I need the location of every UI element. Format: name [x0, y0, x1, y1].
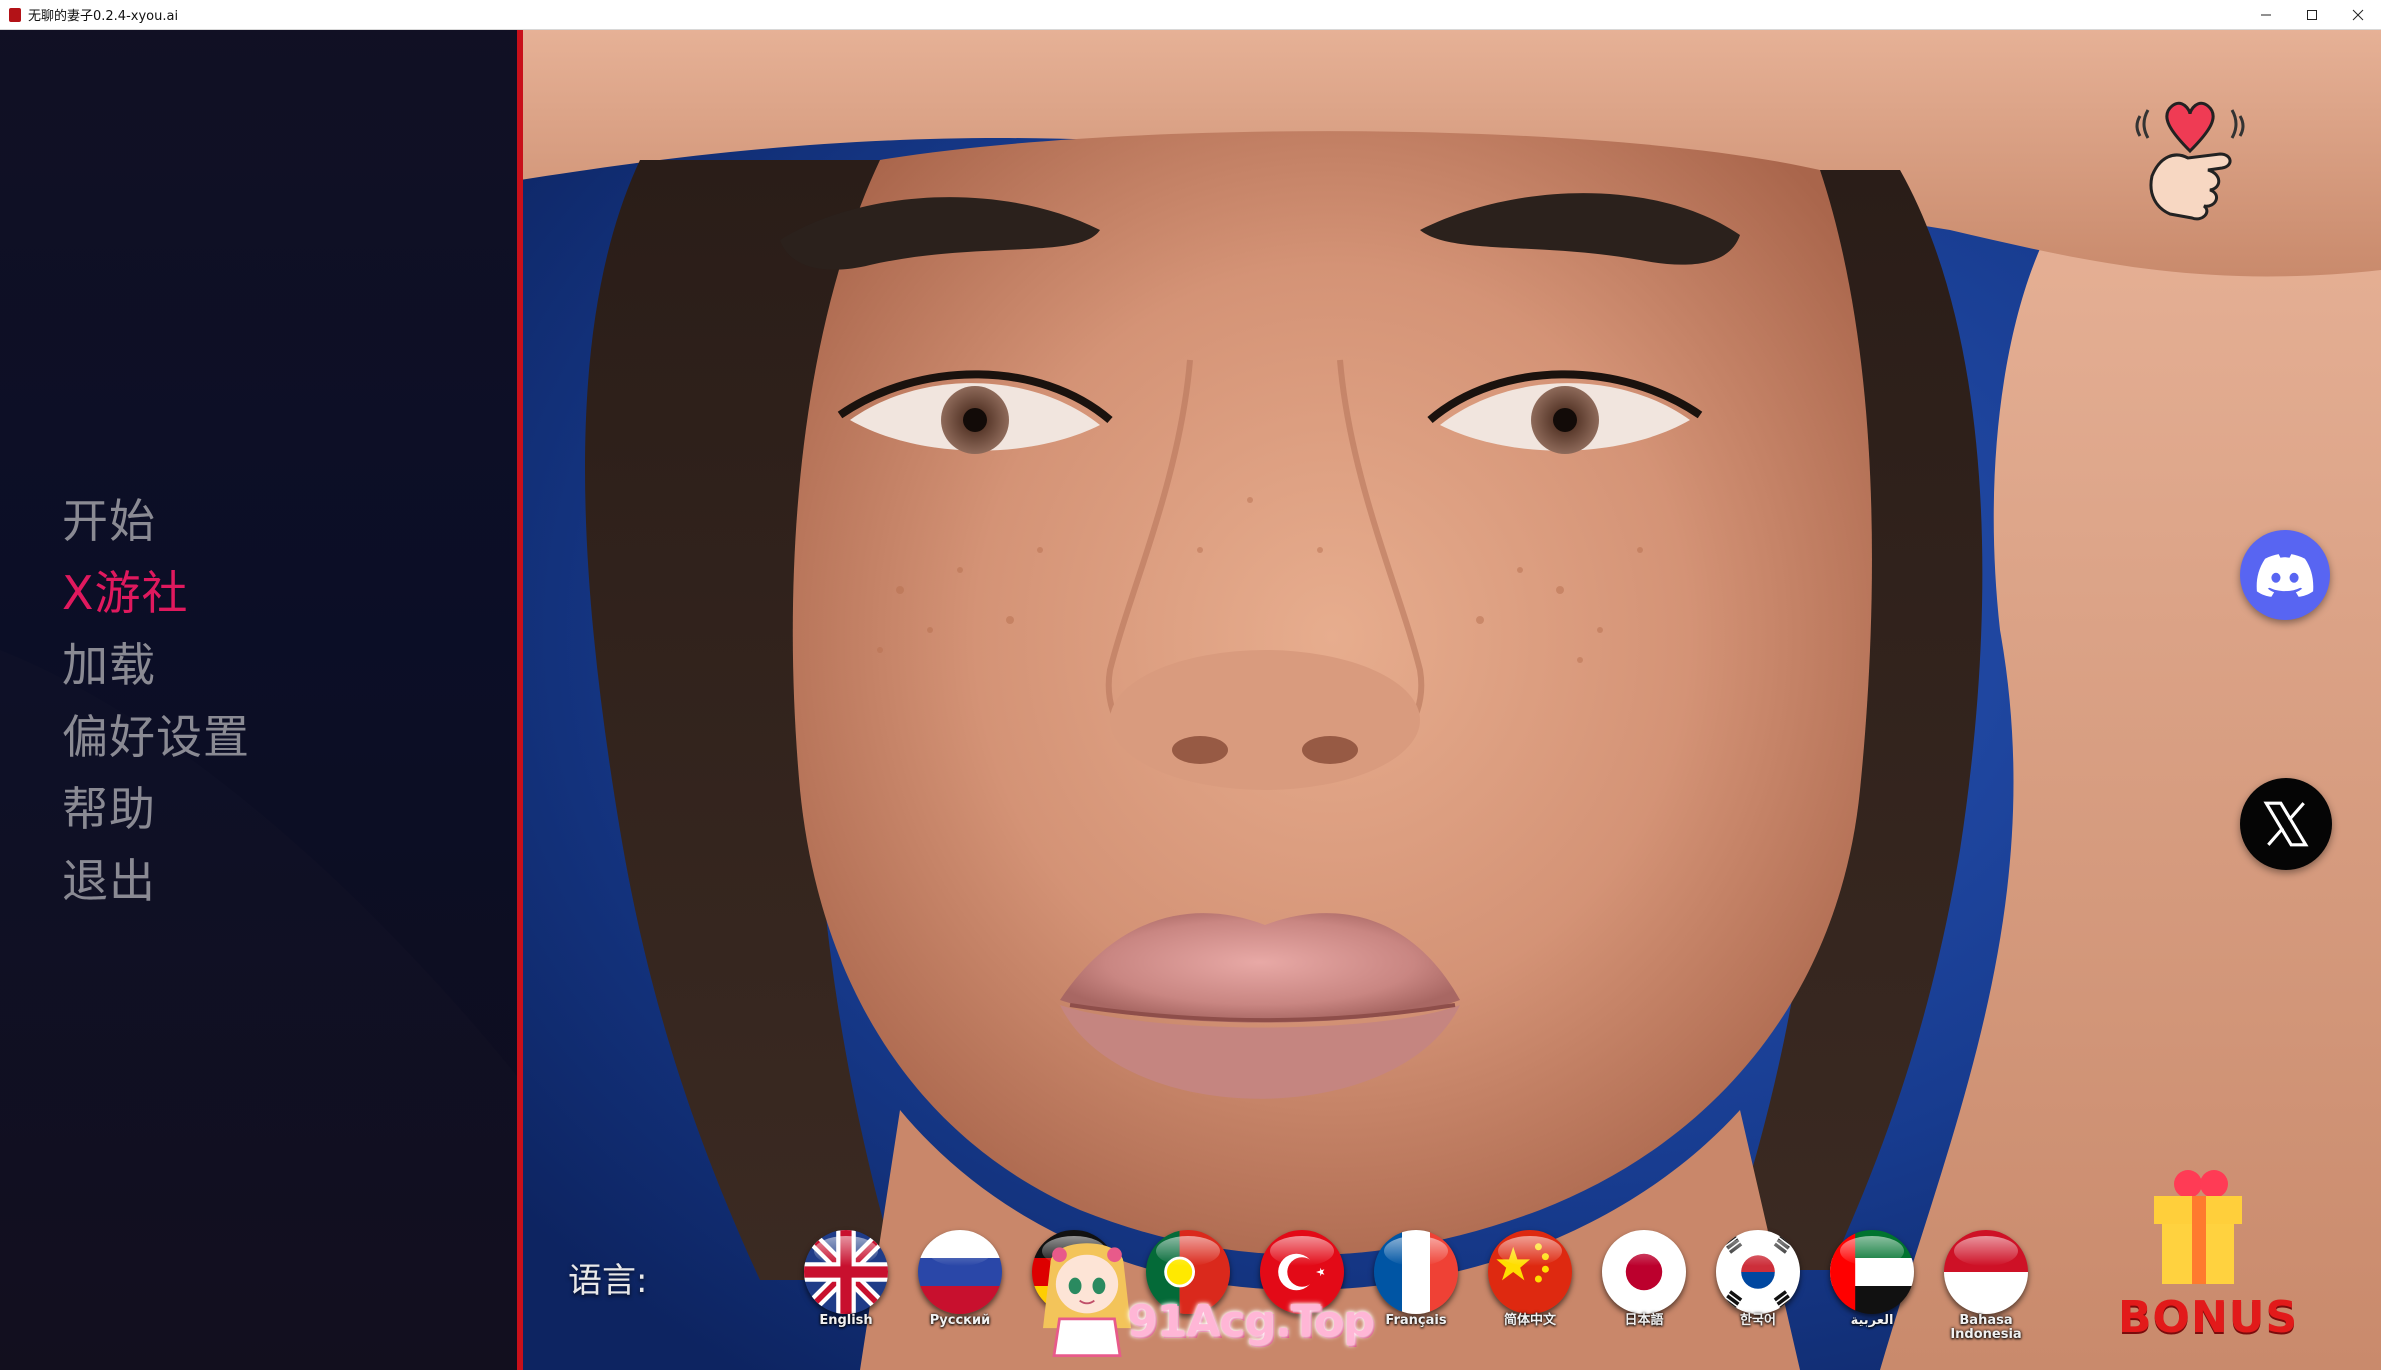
indonesia-flag-icon — [1944, 1230, 2028, 1314]
russia-flag-icon — [918, 1230, 1002, 1314]
japan-flag-icon — [1602, 1230, 1686, 1314]
language-option-french[interactable]: Français — [1374, 1230, 1458, 1328]
uk-flag-icon — [804, 1230, 888, 1314]
menu-item-start[interactable]: 开始 — [62, 485, 250, 557]
flag-label: 简体中文 — [1503, 1313, 1556, 1328]
language-option-arabic[interactable]: العربية — [1830, 1230, 1914, 1328]
bonus-label: BONUS — [2118, 1292, 2299, 1343]
window-title-bar: 无聊的妻子0.2.4-xyou.ai — [0, 0, 2381, 30]
maximize-icon — [2307, 9, 2317, 20]
language-option-indonesian[interactable]: Bahasa Indonesia — [1944, 1230, 2028, 1342]
window-controls — [2243, 0, 2381, 29]
close-icon — [2352, 9, 2364, 20]
main-menu-panel: 开始 X游社 加载 偏好设置 帮助 退出 — [0, 30, 523, 1370]
korea-flag-icon — [1716, 1230, 1800, 1314]
language-option-japanese[interactable]: 日本語 — [1602, 1230, 1686, 1328]
flag-label: العربية — [1850, 1313, 1894, 1328]
x-social-button[interactable] — [2240, 778, 2332, 870]
language-option-english[interactable]: English — [804, 1230, 888, 1328]
game-viewport: 开始 X游社 加载 偏好设置 帮助 退出 语言: English Русский… — [0, 30, 2381, 1370]
flag-label: Bahasa Indonesia — [1950, 1313, 2022, 1342]
support-button[interactable] — [2130, 96, 2250, 226]
flag-label: 한국어 — [1740, 1313, 1776, 1328]
language-option-korean[interactable]: 한국어 — [1716, 1230, 1800, 1328]
menu-item-help[interactable]: 帮助 — [62, 773, 250, 845]
france-flag-icon — [1374, 1230, 1458, 1314]
flag-label: Русский — [929, 1313, 991, 1328]
main-menu: 开始 X游社 加载 偏好设置 帮助 退出 — [62, 485, 250, 917]
bonus-button[interactable]: BONUS — [2118, 1166, 2299, 1346]
app-icon — [9, 7, 21, 22]
x-logo-icon — [2263, 801, 2309, 847]
menu-item-quit[interactable]: 退出 — [62, 845, 250, 917]
language-option-russian[interactable]: Русский — [918, 1230, 1002, 1328]
flag-label: English — [819, 1313, 873, 1328]
discord-button[interactable] — [2240, 530, 2330, 620]
language-label: 语言: — [568, 1261, 648, 1301]
close-button[interactable] — [2335, 0, 2381, 29]
discord-icon — [2256, 554, 2314, 597]
minimize-button[interactable] — [2243, 0, 2289, 29]
minimize-icon — [2261, 14, 2271, 15]
flag-label: 日本語 — [1624, 1313, 1664, 1328]
uae-flag-icon — [1830, 1230, 1914, 1314]
china-flag-icon — [1488, 1230, 1572, 1314]
maximize-button[interactable] — [2289, 0, 2335, 29]
window-title: 无聊的妻子0.2.4-xyou.ai — [28, 9, 179, 24]
gift-icon — [2154, 1170, 2242, 1284]
menu-item-preferences[interactable]: 偏好设置 — [62, 701, 250, 773]
anime-mascot-icon — [1043, 1243, 1131, 1357]
menu-item-xyoushe[interactable]: X游社 — [62, 557, 250, 629]
menu-item-load[interactable]: 加载 — [62, 629, 250, 701]
heart-hand-icon — [2135, 101, 2245, 221]
language-option-chinese[interactable]: 简体中文 — [1488, 1230, 1572, 1328]
watermark-text: 91Acg.Top — [1127, 1296, 1374, 1347]
watermark: 91Acg.Top — [1032, 1226, 1374, 1370]
